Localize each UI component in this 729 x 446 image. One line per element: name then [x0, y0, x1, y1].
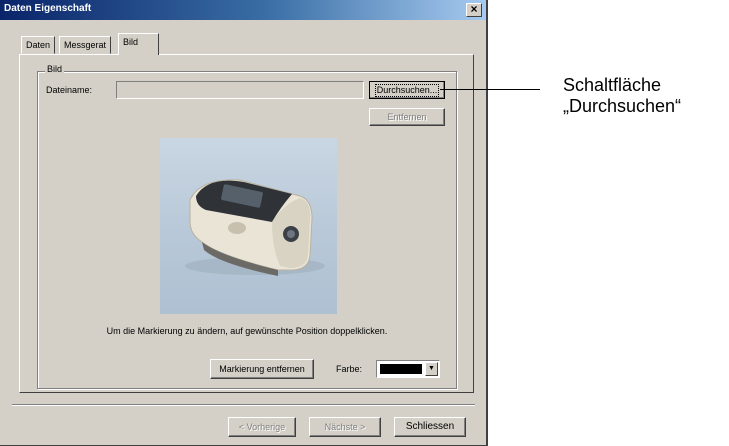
title-bar[interactable]: Daten Eigenschaft × — [0, 0, 486, 20]
browse-button[interactable]: Durchsuchen... — [369, 81, 445, 99]
window-title: Daten Eigenschaft — [4, 3, 92, 14]
prev-button[interactable]: < Vorherige — [228, 417, 296, 437]
bild-group-legend: Bild — [45, 64, 65, 74]
tab-daten[interactable]: Daten — [21, 36, 56, 54]
color-swatch — [380, 364, 422, 374]
browse-button-label: Durchsuchen... — [374, 84, 440, 97]
device-photo[interactable] — [160, 138, 337, 314]
callout-pointer-line — [440, 89, 540, 90]
tab-messgerat[interactable]: Messgerat — [59, 36, 112, 54]
color-select[interactable]: ▼ — [376, 360, 440, 378]
properties-dialog: Daten Eigenschaft × Daten Messgerat Bild… — [0, 0, 488, 446]
dateiname-field[interactable] — [116, 81, 364, 99]
color-label: Farbe: — [336, 364, 363, 374]
hint-text: Um die Markierung zu ändern, auf gewünsc… — [106, 326, 388, 336]
callout-label: Schaltfläche „Durchsuchen“ — [563, 75, 681, 117]
tab-bild[interactable]: Bild — [118, 33, 159, 55]
device-image-icon — [185, 179, 325, 276]
footer-divider — [12, 404, 475, 406]
callout-line-1: Schaltfläche — [563, 75, 662, 95]
close-icon[interactable]: × — [466, 3, 482, 17]
next-button[interactable]: Nächste > — [309, 417, 381, 437]
dateiname-label: Dateiname: — [46, 85, 93, 95]
chevron-down-icon[interactable]: ▼ — [425, 362, 438, 376]
close-dialog-button[interactable]: Schliessen — [394, 417, 466, 437]
remove-marker-button[interactable]: Markierung entfernen — [210, 359, 314, 379]
remove-button[interactable]: Entfernen — [369, 108, 445, 126]
callout-line-2: „Durchsuchen“ — [563, 96, 682, 116]
